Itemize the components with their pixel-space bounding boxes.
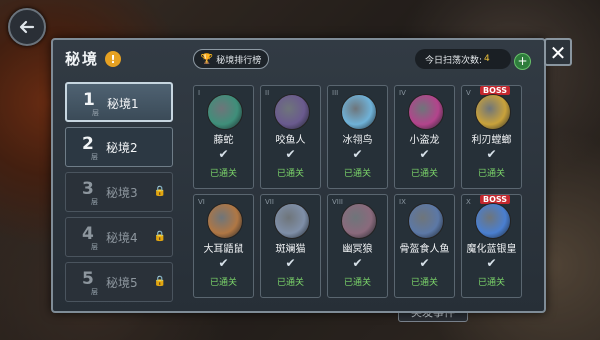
monster-portrait [408,203,444,239]
stage-numeral: IX [399,198,406,206]
monster-name: 骨盔食人鱼 [399,244,450,255]
sweep-counter: 今日扫荡次数: 4 [415,49,511,69]
floor-item-4[interactable]: 4 层秘境4 🔒 [65,217,173,257]
check-icon: ✔ [352,147,363,161]
monster-portrait [475,203,511,239]
secret-realm-panel: 秘境 ! 🏆 秘境排行榜 今日扫荡次数: 4 + 1 层秘境1 2 层秘境2 3 层秘境3… [51,38,546,313]
monster-card[interactable]: IV 小盗龙 ✔ 已通关 [394,85,455,189]
floor-name: 秘境2 [106,141,138,155]
monster-name: 藤蛇 [213,135,234,146]
trophy-icon: 🏆 [200,53,214,65]
monster-name: 大耳鼯鼠 [203,244,244,255]
floor-number: 3 [82,179,94,199]
cleared-status: 已通关 [410,169,438,179]
check-icon: ✔ [419,147,430,161]
monster-card[interactable]: VIII 幽冥狼 ✔ 已通关 [327,194,388,298]
monster-portrait [274,94,310,130]
monster-name: 幽冥狼 [342,244,373,255]
monster-portrait [207,94,243,130]
monster-portrait [408,94,444,130]
stage-numeral: II [265,89,270,97]
back-button[interactable] [8,8,46,46]
check-icon: ✔ [218,147,229,161]
monster-portrait [341,94,377,130]
stage-numeral: X [466,198,471,206]
floor-number: 5 [82,269,94,289]
sweep-label: 今日扫荡次数: [425,55,483,66]
monster-card[interactable]: IX 骨盔食人鱼 ✔ 已通关 [394,194,455,298]
check-icon: ✔ [486,256,497,270]
check-icon: ✔ [352,256,363,270]
cleared-status: 已通关 [276,169,304,179]
monster-card[interactable]: I 藤蛇 ✔ 已通关 [193,85,254,189]
monster-portrait [207,203,243,239]
check-icon: ✔ [285,256,296,270]
monster-name: 小盗龙 [409,135,440,146]
check-icon: ✔ [486,147,497,161]
stage-numeral: V [466,89,471,97]
monster-card[interactable]: VII 斑斓猫 ✔ 已通关 [260,194,321,298]
floor-unit: 层 [91,198,98,206]
floor-item-3[interactable]: 3 层秘境3 🔒 [65,172,173,212]
floor-number: 1 [83,90,95,110]
add-sweep-button[interactable]: + [514,53,531,70]
cleared-status: 已通关 [477,278,505,288]
floor-unit: 层 [91,243,98,251]
monster-name: 斑斓猫 [275,244,306,255]
floor-unit: 层 [92,109,99,117]
monster-portrait [341,203,377,239]
floor-unit: 层 [91,288,98,296]
floor-item-5[interactable]: 5 层秘境5 🔒 [65,262,173,302]
monster-name: 利刃螳螂 [471,135,512,146]
cleared-status: 已通关 [209,169,237,179]
sweep-count: 4 [484,54,490,64]
check-icon: ✔ [285,147,296,161]
info-icon[interactable]: ! [105,51,121,67]
floor-list[interactable]: 1 层秘境1 2 层秘境2 3 层秘境3 🔒 4 层秘境4 🔒 5 层秘境5 🔒 [65,82,180,306]
check-icon: ✔ [218,256,229,270]
close-button[interactable]: ✕ [544,38,572,66]
cleared-status: 已通关 [410,278,438,288]
stage-numeral: I [198,89,201,97]
monster-card[interactable]: VI 大耳鼯鼠 ✔ 已通关 [193,194,254,298]
floor-name: 秘境5 [106,276,138,290]
stage-numeral: VII [265,198,274,206]
monster-portrait [475,94,511,130]
lock-icon: 🔒 [153,231,166,242]
monster-card[interactable]: V BOSS 利刃螳螂 ✔ 已通关 [461,85,522,189]
monster-name: 魔化蓝银皇 [466,244,517,255]
ranking-button[interactable]: 🏆 秘境排行榜 [193,49,269,69]
floor-unit: 层 [91,153,98,161]
monster-card[interactable]: III 冰翎鸟 ✔ 已通关 [327,85,388,189]
monster-name: 冰翎鸟 [342,135,373,146]
ranking-button-label: 秘境排行榜 [216,55,262,66]
floor-item-1[interactable]: 1 层秘境1 [65,82,173,122]
cleared-status: 已通关 [477,169,505,179]
cleared-status: 已通关 [276,278,304,288]
cleared-status: 已通关 [209,278,237,288]
stage-numeral: VIII [332,198,343,206]
floor-name: 秘境1 [107,97,139,111]
monster-name: 咬鱼人 [275,135,306,146]
stage-numeral: IV [399,89,406,97]
back-arrow-icon [19,20,35,34]
stage-numeral: III [332,89,339,97]
stage-numeral: VI [198,198,205,206]
monster-card[interactable]: X BOSS 魔化蓝银皇 ✔ 已通关 [461,194,522,298]
floor-number: 2 [82,134,94,154]
lock-icon: 🔒 [153,186,166,197]
panel-title: 秘境 [65,50,100,68]
monster-card[interactable]: II 咬鱼人 ✔ 已通关 [260,85,321,189]
check-icon: ✔ [419,256,430,270]
floor-number: 4 [82,224,94,244]
floor-name: 秘境4 [106,231,138,245]
floor-name: 秘境3 [106,186,138,200]
cleared-status: 已通关 [343,278,371,288]
floor-item-2[interactable]: 2 层秘境2 [65,127,173,167]
cleared-status: 已通关 [343,169,371,179]
lock-icon: 🔒 [153,276,166,287]
monster-portrait [274,203,310,239]
